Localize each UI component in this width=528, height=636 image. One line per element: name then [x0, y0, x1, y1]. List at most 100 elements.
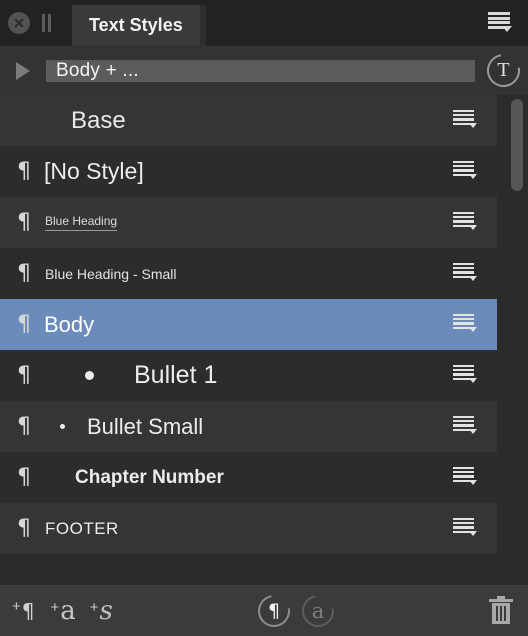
row-menu-icon [453, 466, 477, 485]
style-row-label-wrap: [No Style] [35, 158, 497, 185]
close-icon[interactable] [8, 12, 30, 34]
trash-can-icon [492, 602, 510, 624]
tab-text-styles[interactable]: Text Styles [72, 5, 200, 46]
style-row-label: FOOTER [45, 518, 119, 538]
add-character-style-button[interactable]: + a [51, 596, 76, 626]
chevron-down-icon [469, 173, 477, 179]
style-row-label: Blue Heading - Small [45, 265, 177, 282]
pilcrow-icon: ¶ [267, 599, 281, 622]
vertical-scrollbar[interactable] [510, 97, 524, 582]
row-menu-icon [453, 517, 477, 536]
panel-toolbar: + ¶ + a + s ¶ a [0, 584, 528, 636]
pilcrow-icon: ¶ [17, 413, 31, 439]
row-menu-button[interactable] [453, 364, 483, 387]
row-menu-icon [453, 262, 477, 281]
chevron-down-icon [469, 479, 477, 485]
style-list: Base ¶ [No Style] ¶ Blue Heading ¶ Blue Headin… [0, 95, 528, 584]
row-menu-button[interactable] [453, 466, 483, 489]
trash-lid-icon [489, 598, 513, 602]
pause-icon[interactable] [40, 14, 54, 32]
style-row-label-wrap: Body [35, 312, 497, 338]
pilcrow-icon: ¶ [17, 158, 31, 184]
letter-a-icon: a [60, 595, 76, 626]
style-row[interactable]: ¶ Blue Heading [0, 197, 497, 248]
bullet-icon [85, 371, 94, 380]
chevron-down-icon [469, 530, 477, 536]
style-row-label: Blue Heading [45, 214, 118, 231]
style-row-label-wrap: Bullet 1 [35, 361, 497, 390]
current-style-field[interactable]: Body + ... [46, 59, 475, 82]
chevron-down-icon [469, 122, 477, 128]
panel-titlebar: Text Styles [0, 0, 528, 46]
toolbar-center-group: ¶ a [251, 588, 341, 633]
chevron-down-icon [469, 275, 477, 281]
row-menu-button[interactable] [453, 109, 483, 132]
chevron-down-icon [469, 377, 477, 383]
current-style-bar: Body + ... T [0, 46, 528, 95]
revert-text-style-icon[interactable]: T [480, 47, 527, 94]
row-menu-icon [453, 109, 477, 128]
style-row[interactable]: ¶ Body [0, 299, 497, 350]
row-menu-button[interactable] [453, 313, 483, 336]
pilcrow-icon: ¶ [21, 598, 35, 623]
letter-s-icon: s [99, 595, 113, 626]
titlebar-left-controls [0, 0, 54, 46]
style-row-label-wrap: Blue Heading [35, 214, 497, 231]
row-menu-icon [453, 364, 477, 383]
letter-a-icon: a [311, 598, 325, 623]
row-menu-button[interactable] [453, 211, 483, 234]
style-row-label-wrap: Bullet Small [35, 414, 497, 440]
row-menu-icon [453, 415, 477, 434]
style-row-label-wrap: Chapter Number [35, 467, 497, 489]
style-row-label-wrap: FOOTER [35, 519, 497, 539]
chevron-down-icon [469, 224, 477, 230]
pilcrow-icon: ¶ [17, 209, 31, 235]
chevron-down-icon [469, 428, 477, 434]
row-menu-button[interactable] [453, 517, 483, 540]
current-style-value: Body + ... [56, 59, 139, 81]
style-row-label-wrap: Base [35, 107, 497, 135]
style-list-rows: Base ¶ [No Style] ¶ Blue Heading ¶ Blue Headin… [0, 95, 497, 554]
plus-icon: + [89, 598, 99, 616]
row-menu-icon [453, 160, 477, 179]
add-style-group-button[interactable]: + s [90, 596, 113, 626]
hamburger-menu-icon [488, 12, 512, 32]
style-row[interactable]: ¶ FOOTER [0, 503, 497, 554]
panel-menu-button[interactable] [486, 9, 520, 37]
style-row-label: Bullet Small [87, 413, 204, 439]
reset-character-style-button[interactable]: a [295, 588, 341, 633]
reset-paragraph-style-button[interactable]: ¶ [251, 588, 297, 633]
chevron-down-icon [502, 26, 512, 32]
plus-icon: + [12, 597, 21, 615]
pilcrow-icon: ¶ [17, 311, 31, 337]
style-row[interactable]: ¶ Blue Heading - Small [0, 248, 497, 299]
style-row[interactable]: ¶ Chapter Number [0, 452, 497, 503]
bullet-icon [60, 424, 65, 429]
row-menu-button[interactable] [453, 262, 483, 285]
style-row[interactable]: ¶ Bullet 1 [0, 350, 497, 401]
scrollbar-thumb[interactable] [511, 99, 523, 191]
style-row-label: Base [71, 106, 126, 134]
tab-spacer [199, 5, 206, 46]
style-row-label: [No Style] [44, 158, 144, 184]
pilcrow-icon: ¶ [17, 260, 31, 286]
style-row-label: Chapter Number [75, 466, 224, 488]
row-menu-button[interactable] [453, 160, 483, 183]
style-row[interactable]: ¶ [No Style] [0, 146, 497, 197]
pilcrow-icon: ¶ [17, 515, 31, 541]
tab-label: Text Styles [89, 15, 183, 35]
style-row-label-wrap: Blue Heading - Small [35, 266, 497, 282]
text-styles-panel: Text Styles Body + ... T Base ¶ [No Style]… [0, 0, 528, 636]
row-menu-icon [453, 313, 477, 332]
disclosure-triangle-icon[interactable] [16, 61, 30, 80]
pilcrow-icon: ¶ [17, 464, 31, 490]
style-row-label: Body [44, 311, 95, 337]
row-menu-button[interactable] [453, 415, 483, 438]
style-row[interactable]: Base [0, 95, 497, 146]
revert-glyph: T [497, 59, 510, 81]
chevron-down-icon [469, 326, 477, 332]
style-row-label: Bullet 1 [134, 361, 218, 389]
delete-style-button[interactable] [488, 595, 514, 626]
add-paragraph-style-button[interactable]: + ¶ [12, 599, 35, 623]
style-row[interactable]: ¶ Bullet Small [0, 401, 497, 452]
